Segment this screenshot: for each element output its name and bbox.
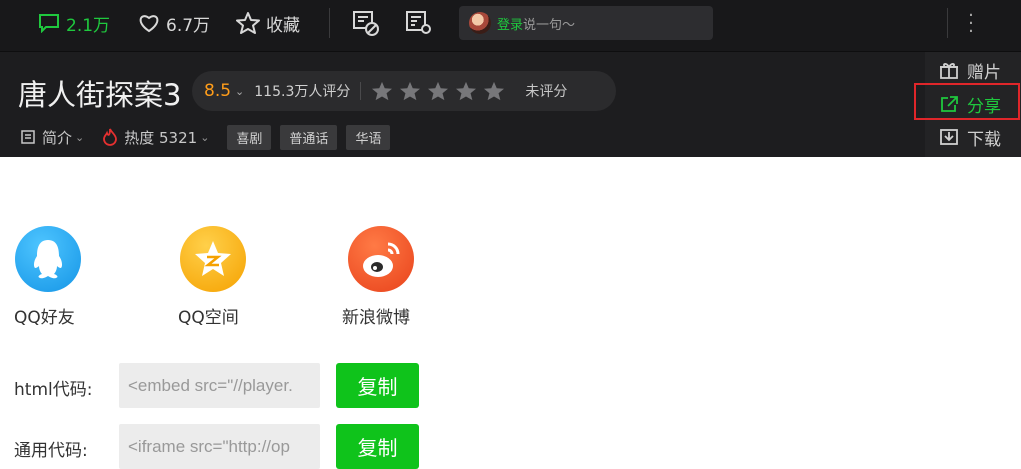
divider: [360, 82, 362, 100]
qq-zone-share[interactable]: [180, 226, 246, 292]
html-code-label: html代码:: [14, 380, 93, 400]
gift-label: 赠片: [967, 62, 1001, 83]
meta-row: 简介 ⌄ 热度 5321 ⌄ 喜剧 普通话 华语: [20, 124, 399, 150]
weibo-label: 新浪微博: [342, 308, 410, 328]
rating-star-icon[interactable]: [427, 81, 449, 101]
qq-friend-label: QQ好友: [14, 308, 75, 328]
avatar: [469, 12, 491, 34]
qq-penguin-icon: [33, 240, 63, 279]
unrated-label: 未评分: [525, 84, 568, 100]
gift-icon: [940, 63, 958, 79]
intro-label: 简介: [42, 128, 73, 147]
copy-html-code-button[interactable]: 复制: [336, 363, 419, 408]
divider: [329, 8, 330, 38]
qq-friend-share[interactable]: [15, 226, 81, 292]
region-tag[interactable]: 华语: [346, 124, 391, 150]
copy-generic-code-button[interactable]: 复制: [336, 424, 419, 469]
like-button[interactable]: 6.7万: [138, 0, 210, 46]
rating-star-icon[interactable]: [371, 81, 393, 101]
qq-zone-label: QQ空间: [178, 308, 239, 328]
html-code-field[interactable]: [119, 363, 320, 408]
danmaku-toggle-button[interactable]: [352, 0, 386, 46]
heat-toggle[interactable]: 热度 5321 ⌄: [102, 127, 209, 148]
generic-code-label: 通用代码:: [14, 441, 88, 461]
more-options-icon[interactable]: · · ·: [966, 7, 976, 41]
share-highlight: [914, 83, 1020, 120]
comments-button[interactable]: 2.1万: [38, 0, 110, 46]
document-icon: [21, 130, 35, 144]
danmaku-settings-icon: [406, 11, 431, 34]
comment-icon: [39, 14, 59, 33]
generic-code-field[interactable]: [119, 424, 320, 469]
favorite-label: 收藏: [266, 15, 300, 36]
favorite-button[interactable]: 收藏: [236, 0, 300, 46]
flame-icon: [103, 128, 118, 146]
action-toolbar: 2.1万 6.7万 收藏 登录 说一句～ · · ·: [0, 0, 1021, 52]
rating-star-icon[interactable]: [483, 81, 505, 101]
score: 8.5: [204, 81, 232, 101]
like-count: 6.7万: [166, 15, 211, 36]
chevron-down-icon: ⌄: [200, 130, 210, 144]
rating-star-icon[interactable]: [399, 81, 421, 101]
comment-placeholder: 说一句～: [523, 17, 576, 33]
comment-count: 2.1万: [66, 15, 111, 36]
heart-icon: [139, 15, 159, 33]
download-button[interactable]: 下载: [925, 121, 1021, 153]
rating-count: 115.3万人评分: [254, 84, 351, 100]
gift-button[interactable]: 赠片: [925, 54, 1021, 86]
danmaku-settings-button[interactable]: [405, 0, 439, 46]
genre-tag[interactable]: 喜剧: [227, 124, 272, 150]
weibo-icon: [363, 242, 400, 277]
language-tag[interactable]: 普通话: [280, 124, 338, 150]
movie-title: 唐人街探案3: [18, 78, 182, 112]
heat-label: 热度 5321: [124, 128, 198, 147]
download-icon: [940, 129, 958, 145]
divider: [947, 8, 948, 38]
chevron-down-icon: ⌄: [75, 130, 85, 144]
danmaku-icon: [353, 11, 379, 36]
chevron-down-icon[interactable]: ⌄: [235, 85, 244, 98]
weibo-share[interactable]: [348, 226, 414, 292]
star-outline-icon: [236, 12, 260, 34]
rating-bar: 8.5 ⌄ 115.3万人评分 未评分: [192, 71, 616, 111]
qzone-star-icon: [195, 241, 231, 276]
download-label: 下载: [967, 129, 1001, 150]
login-link[interactable]: 登录: [497, 14, 523, 33]
rating-star-icon[interactable]: [455, 81, 477, 101]
comment-input[interactable]: 登录 说一句～: [459, 6, 713, 40]
intro-toggle[interactable]: 简介 ⌄: [20, 127, 84, 148]
